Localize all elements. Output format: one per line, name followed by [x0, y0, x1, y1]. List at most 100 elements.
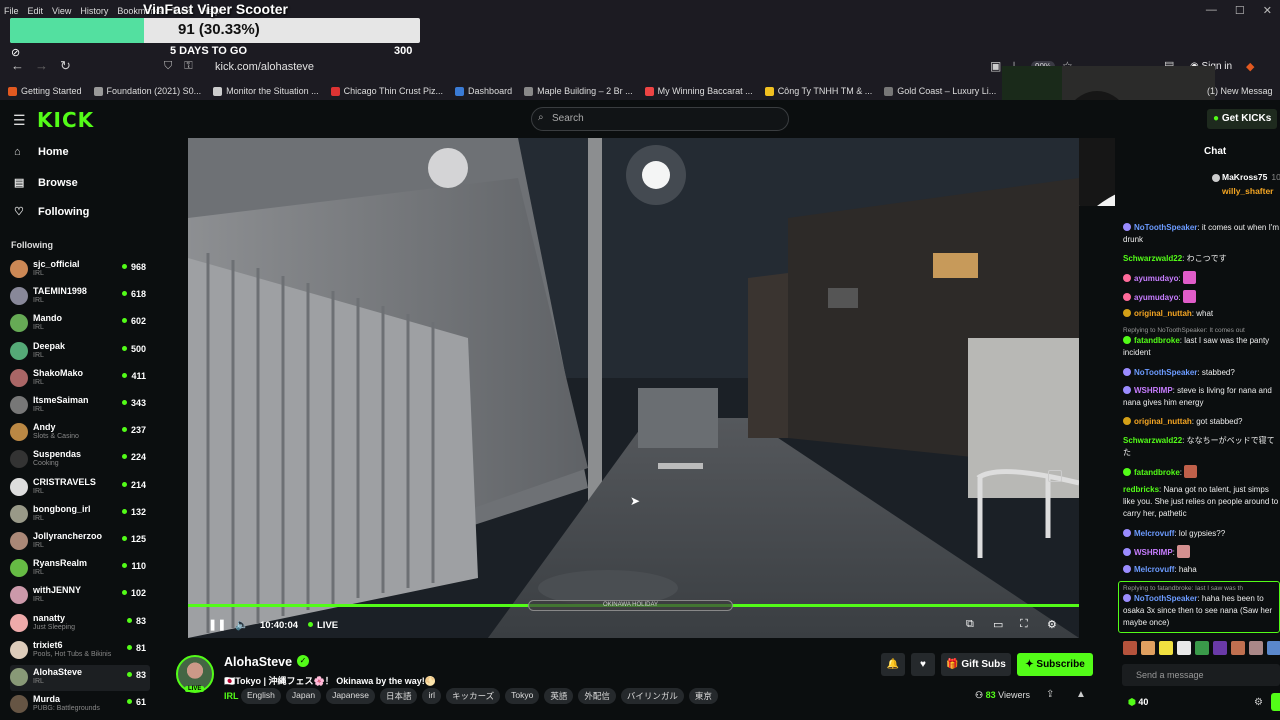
bookmark-item[interactable]: Foundation (2021) S0...: [93, 86, 201, 96]
chat-username[interactable]: Schwarzwald22: [1123, 254, 1182, 263]
chat-username[interactable]: original_nuttah: [1134, 309, 1192, 318]
following-item[interactable]: CRISTRAVELS IRL 214: [10, 475, 150, 501]
forward-arrow-icon[interactable]: →: [35, 58, 48, 73]
back-arrow-icon[interactable]: ←: [11, 58, 24, 73]
emote-icon[interactable]: [1195, 641, 1209, 655]
chat-username[interactable]: redbricks: [1123, 485, 1159, 494]
subscribe-button[interactable]: ✦ Subscribe: [1017, 653, 1093, 676]
settings-gear-icon[interactable]: ⚙: [1047, 618, 1057, 631]
chat-username[interactable]: NoToothSpeaker: [1134, 594, 1197, 603]
menu-view[interactable]: View: [52, 6, 71, 16]
gift-subs-button[interactable]: 🎁 Gift Subs: [941, 653, 1011, 676]
sidebar-item-home[interactable]: ⌂ Home: [14, 146, 69, 158]
bookmark-item[interactable]: Getting Started: [8, 86, 82, 96]
following-item[interactable]: sjc_official IRL 968: [10, 257, 150, 283]
extension-icon[interactable]: ◆: [1246, 60, 1254, 73]
stream-tag[interactable]: Tokyo: [505, 688, 540, 704]
following-item[interactable]: withJENNY IRL 102: [10, 583, 150, 609]
emote-icon[interactable]: [1231, 641, 1245, 655]
stream-tag[interactable]: 外配信: [578, 688, 616, 704]
stream-category[interactable]: IRL: [224, 691, 239, 701]
chat-settings-icon[interactable]: ⚙: [1254, 697, 1263, 708]
following-item[interactable]: bongbong_irl IRL 132: [10, 502, 150, 528]
chat-message[interactable]: original_nuttah: what: [1123, 308, 1280, 320]
chat-message[interactable]: original_nuttah: got stabbed?: [1123, 416, 1280, 428]
get-kicks-button[interactable]: ● Get KICKs: [1207, 109, 1278, 129]
fullscreen-icon[interactable]: ⛶: [1020, 618, 1028, 631]
stream-tag[interactable]: キッカーズ: [446, 688, 501, 704]
chat-username[interactable]: ayumudayo: [1134, 293, 1178, 302]
stream-tag[interactable]: irl: [422, 688, 442, 704]
clip-icon[interactable]: ⧉: [966, 618, 974, 631]
chat-message[interactable]: Schwarzwald22: ななちーがベッドで寝てた: [1123, 435, 1280, 459]
following-item[interactable]: ItsmeSaiman IRL 343: [10, 393, 150, 419]
video-player[interactable]: [188, 138, 1079, 638]
chat-message[interactable]: Melcrovuff: lol gypsies??: [1123, 528, 1280, 540]
follow-heart-button[interactable]: ♥: [911, 653, 935, 676]
following-item[interactable]: trixiet6 Pools, Hot Tubs & Bikinis 81: [10, 638, 150, 664]
chat-message[interactable]: NoToothSpeaker: stabbed?: [1123, 367, 1280, 379]
bookmark-item[interactable]: My Winning Baccarat ...: [644, 86, 753, 96]
chat-username[interactable]: original_nuttah: [1134, 417, 1192, 426]
chat-message[interactable]: redbricks: Nana got no talent, just simp…: [1123, 484, 1280, 520]
stream-tag[interactable]: 英語: [544, 688, 574, 704]
chat-message[interactable]: ayumudayo:: [1123, 290, 1280, 304]
chat-message[interactable]: NoToothSpeaker: it comes out when I'm dr…: [1123, 222, 1280, 246]
chat-username[interactable]: fatandbroke: [1134, 336, 1180, 345]
minimize-icon[interactable]: —: [1206, 4, 1217, 17]
menu-history[interactable]: History: [80, 6, 108, 16]
emote-icon[interactable]: [1141, 641, 1155, 655]
chat-username[interactable]: NoToothSpeaker: [1134, 223, 1197, 232]
menu-file[interactable]: File: [4, 6, 19, 16]
notification-bell-button[interactable]: 🔔: [881, 653, 905, 676]
chat-username[interactable]: Melcrovuff: [1134, 529, 1174, 538]
chat-username[interactable]: Schwarzwald22: [1123, 436, 1182, 445]
chat-username[interactable]: ayumudayo: [1134, 274, 1178, 283]
close-icon[interactable]: ✕: [1263, 4, 1272, 17]
following-item[interactable]: Andy Slots & Casino 237: [10, 420, 150, 446]
theater-expand-icon[interactable]: [1048, 470, 1062, 482]
kick-logo[interactable]: KICK: [37, 108, 94, 132]
chat-message[interactable]: Replying to NoToothSpeaker: It comes out…: [1123, 326, 1280, 359]
chat-username[interactable]: WSHRIMP: [1134, 548, 1173, 557]
following-item[interactable]: ShakoMako IRL 411: [10, 366, 150, 392]
chat-username[interactable]: NoToothSpeaker: [1134, 368, 1197, 377]
address-bar[interactable]: kick.com/alohasteve: [215, 61, 314, 73]
emote-icon[interactable]: [1177, 641, 1191, 655]
channel-points[interactable]: 40: [1128, 697, 1148, 708]
following-item[interactable]: AlohaSteve IRL 83: [10, 665, 150, 691]
streamer-name[interactable]: AlohaSteve: [224, 655, 292, 669]
chat-message[interactable]: ayumudayo:: [1123, 271, 1280, 285]
picture-in-picture-icon[interactable]: ▣: [990, 59, 1001, 74]
report-icon[interactable]: ▲: [1076, 689, 1086, 700]
search-input[interactable]: Search: [531, 107, 789, 131]
stream-tag[interactable]: Japan: [285, 688, 322, 704]
emote-icon[interactable]: [1267, 641, 1280, 655]
chat-message[interactable]: WSHRIMP: steve is living for nana and na…: [1123, 385, 1280, 409]
maximize-icon[interactable]: ☐: [1235, 4, 1245, 17]
menu-edit[interactable]: Edit: [28, 6, 44, 16]
bookmark-item-messages[interactable]: (1) New Messag: [1207, 86, 1273, 96]
chat-username[interactable]: Melcrovuff: [1134, 565, 1174, 574]
sidebar-item-following[interactable]: ♡ Following: [14, 205, 89, 219]
following-item[interactable]: Murda PUBG: Battlegrounds 61: [10, 692, 150, 718]
volume-icon[interactable]: 🔈: [235, 618, 249, 631]
emote-icon[interactable]: [1123, 641, 1137, 655]
chat-message[interactable]: Melcrovuff: haha: [1123, 564, 1280, 576]
chat-message[interactable]: Replying to fatandbroke: last I saw was …: [1123, 584, 1280, 629]
chat-username[interactable]: WSHRIMP: [1134, 386, 1173, 395]
bookmark-item[interactable]: Gold Coast – Luxury Li...: [884, 86, 996, 96]
lock-icon[interactable]: ⚿: [184, 60, 192, 73]
live-indicator[interactable]: LIVE: [308, 620, 338, 631]
theater-mode-icon[interactable]: ▭: [993, 618, 1003, 631]
chat-message[interactable]: fatandbroke:: [1123, 465, 1280, 479]
chapter-marker[interactable]: OKINAWA HOLIDAY: [528, 600, 733, 611]
following-item[interactable]: RyansRealm IRL 110: [10, 556, 150, 582]
emote-icon[interactable]: [1159, 641, 1173, 655]
hamburger-menu-icon[interactable]: ☰: [13, 112, 26, 129]
bookmark-item[interactable]: Công Ty TNHH TM & ...: [764, 86, 872, 96]
bookmark-item[interactable]: Monitor the Situation ...: [213, 86, 319, 96]
following-item[interactable]: Deepak IRL 500: [10, 339, 150, 365]
share-icon[interactable]: ⇪: [1046, 689, 1054, 700]
stream-tag[interactable]: バイリンガル: [620, 688, 684, 704]
